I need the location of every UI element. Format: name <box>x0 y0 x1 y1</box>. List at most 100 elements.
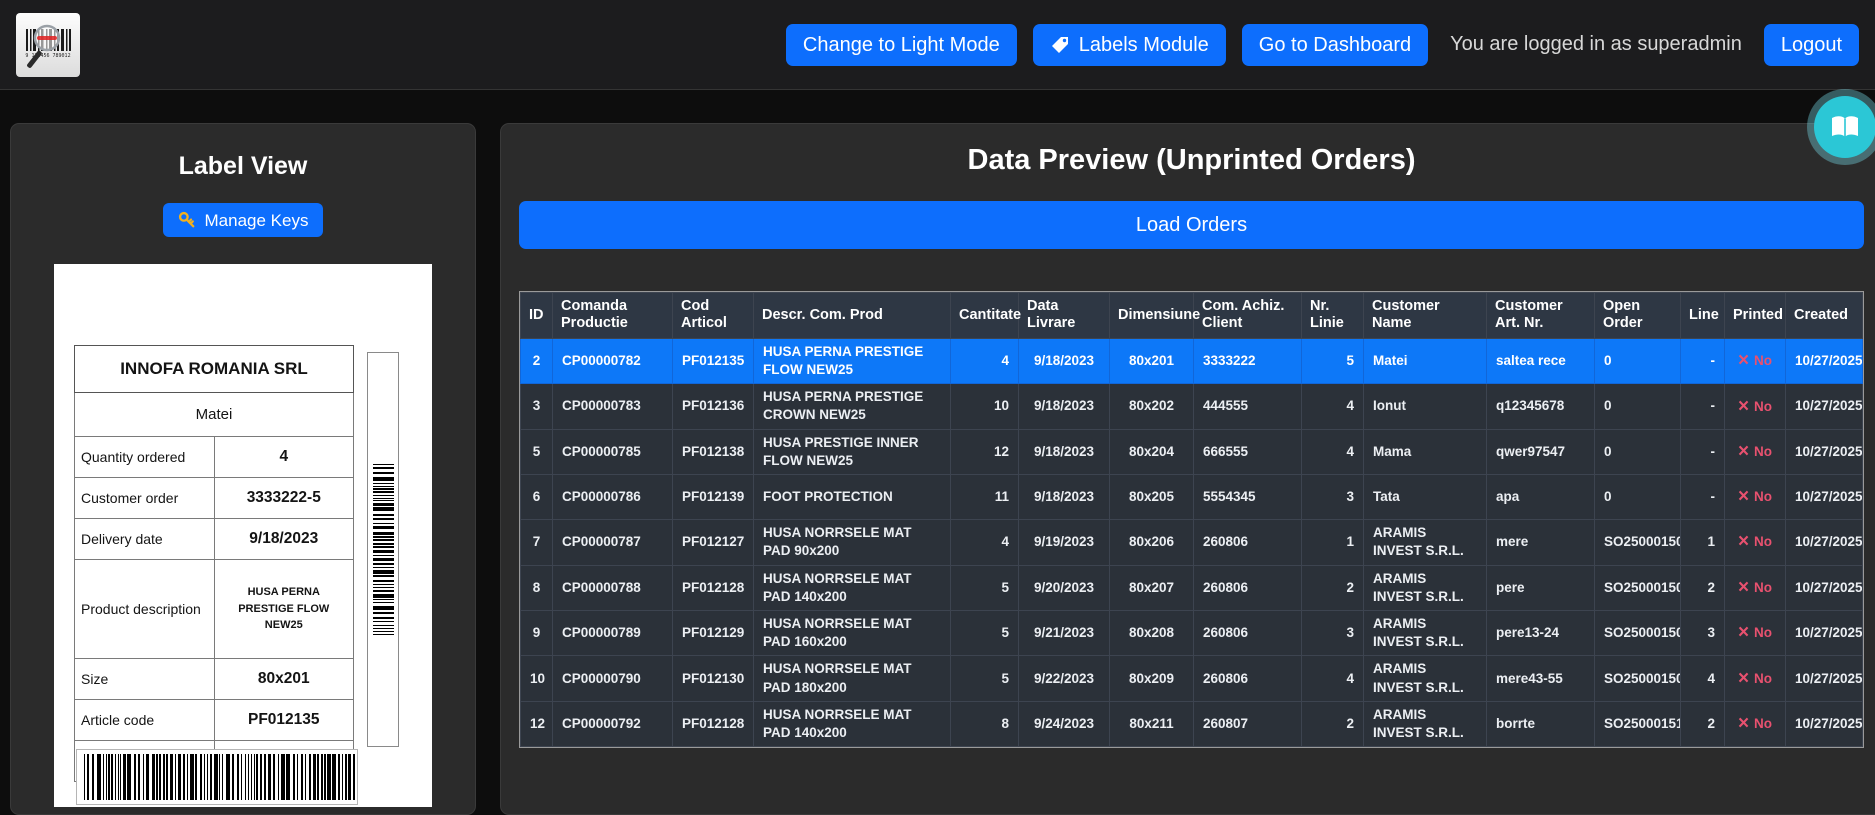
table-cell[interactable]: 666555 <box>1194 429 1302 474</box>
table-cell[interactable]: 444555 <box>1194 384 1302 429</box>
table-cell[interactable]: 3 <box>1302 475 1364 520</box>
table-cell[interactable]: PF012128 <box>673 565 754 610</box>
table-cell[interactable]: 4 <box>951 520 1019 565</box>
table-cell[interactable]: PF012135 <box>673 338 754 383</box>
table-cell[interactable]: HUSA PERNA PRESTIGE CROWN NEW25 <box>754 384 951 429</box>
table-cell[interactable]: 4 <box>1302 429 1364 474</box>
table-cell[interactable]: 80x205 <box>1110 475 1194 520</box>
table-cell[interactable]: CP00000787 <box>553 520 673 565</box>
table-row[interactable]: 6CP00000786PF012139FOOT PROTECTION119/18… <box>521 475 1863 520</box>
table-cell[interactable]: 11 <box>951 475 1019 520</box>
table-cell[interactable]: mere43-55 <box>1487 656 1595 701</box>
table-cell[interactable]: 12 <box>521 701 553 746</box>
table-cell[interactable]: HUSA PERNA PRESTIGE FLOW NEW25 <box>754 338 951 383</box>
table-cell[interactable]: 9/20/2023 <box>1019 565 1110 610</box>
table-cell[interactable]: 5 <box>951 656 1019 701</box>
table-cell[interactable]: 9/24/2023 <box>1019 701 1110 746</box>
table-cell[interactable]: borrte <box>1487 701 1595 746</box>
table-cell[interactable]: ×No <box>1725 701 1786 746</box>
table-cell[interactable]: - <box>1681 429 1725 474</box>
table-cell[interactable]: 0 <box>1595 475 1681 520</box>
table-cell[interactable]: Tata <box>1364 475 1487 520</box>
table-cell[interactable]: 0 <box>1595 384 1681 429</box>
table-cell[interactable]: Matei <box>1364 338 1487 383</box>
table-cell[interactable]: CP00000790 <box>553 656 673 701</box>
table-cell[interactable]: 7 <box>521 520 553 565</box>
table-cell[interactable]: 5 <box>521 429 553 474</box>
table-cell[interactable]: 80x209 <box>1110 656 1194 701</box>
table-cell[interactable]: PF012128 <box>673 701 754 746</box>
table-cell[interactable]: 10 <box>521 656 553 701</box>
table-row[interactable]: 2CP00000782PF012135HUSA PERNA PRESTIGE F… <box>521 338 1863 383</box>
table-cell[interactable]: CP00000789 <box>553 610 673 655</box>
table-cell[interactable]: 3 <box>521 384 553 429</box>
table-row[interactable]: 8CP00000788PF012128HUSA NORRSELE MAT PAD… <box>521 565 1863 610</box>
manage-keys-button[interactable]: Manage Keys <box>163 203 324 237</box>
table-cell[interactable]: 8 <box>521 565 553 610</box>
table-cell[interactable]: ×No <box>1725 520 1786 565</box>
table-cell[interactable]: 5 <box>951 610 1019 655</box>
labels-module-button[interactable]: Labels Module <box>1033 24 1226 66</box>
table-cell[interactable]: CP00000792 <box>553 701 673 746</box>
table-cell[interactable]: SO25000150 <box>1595 656 1681 701</box>
table-cell[interactable]: 9/18/2023 <box>1019 384 1110 429</box>
table-row[interactable]: 10CP00000790PF012130HUSA NORRSELE MAT PA… <box>521 656 1863 701</box>
table-cell[interactable]: 6 <box>521 475 553 520</box>
dashboard-button[interactable]: Go to Dashboard <box>1242 24 1428 66</box>
table-cell[interactable]: 5554345 <box>1194 475 1302 520</box>
light-mode-button[interactable]: Change to Light Mode <box>786 24 1017 66</box>
table-cell[interactable]: 3333222 <box>1194 338 1302 383</box>
table-cell[interactable]: PF012130 <box>673 656 754 701</box>
table-cell[interactable]: ×No <box>1725 384 1786 429</box>
table-cell[interactable]: 10/27/2025 <box>1786 338 1863 383</box>
table-cell[interactable]: 2 <box>521 338 553 383</box>
table-cell[interactable]: 4 <box>1681 656 1725 701</box>
table-cell[interactable]: HUSA NORRSELE MAT PAD 90x200 <box>754 520 951 565</box>
table-cell[interactable]: SO25000151 <box>1595 701 1681 746</box>
table-cell[interactable]: 80x204 <box>1110 429 1194 474</box>
docs-fab-button[interactable] <box>1814 96 1875 158</box>
table-cell[interactable]: 2 <box>1681 701 1725 746</box>
table-cell[interactable]: 80x202 <box>1110 384 1194 429</box>
table-cell[interactable]: PF012129 <box>673 610 754 655</box>
table-cell[interactable]: qwer97547 <box>1487 429 1595 474</box>
table-cell[interactable]: - <box>1681 475 1725 520</box>
table-cell[interactable]: HUSA NORRSELE MAT PAD 160x200 <box>754 610 951 655</box>
table-cell[interactable]: HUSA NORRSELE MAT PAD 140x200 <box>754 701 951 746</box>
table-cell[interactable]: 10/27/2025 <box>1786 610 1863 655</box>
table-cell[interactable]: ×No <box>1725 338 1786 383</box>
table-cell[interactable]: 5 <box>1302 338 1364 383</box>
app-logo[interactable]: 9 123456 789012 <box>16 13 80 77</box>
table-cell[interactable]: 0 <box>1595 429 1681 474</box>
table-cell[interactable]: 10/27/2025 <box>1786 429 1863 474</box>
table-cell[interactable]: 80x201 <box>1110 338 1194 383</box>
table-cell[interactable]: 9/21/2023 <box>1019 610 1110 655</box>
table-cell[interactable]: PF012138 <box>673 429 754 474</box>
table-cell[interactable]: 4 <box>951 338 1019 383</box>
table-row[interactable]: 3CP00000783PF012136HUSA PERNA PRESTIGE C… <box>521 384 1863 429</box>
table-cell[interactable]: ARAMIS INVEST S.R.L. <box>1364 565 1487 610</box>
table-cell[interactable]: ARAMIS INVEST S.R.L. <box>1364 656 1487 701</box>
table-cell[interactable]: 3 <box>1302 610 1364 655</box>
table-cell[interactable]: 10/27/2025 <box>1786 384 1863 429</box>
table-cell[interactable]: PF012127 <box>673 520 754 565</box>
table-cell[interactable]: ARAMIS INVEST S.R.L. <box>1364 520 1487 565</box>
table-cell[interactable]: 9/18/2023 <box>1019 475 1110 520</box>
table-cell[interactable]: CP00000786 <box>553 475 673 520</box>
table-cell[interactable]: apa <box>1487 475 1595 520</box>
table-cell[interactable]: saltea rece <box>1487 338 1595 383</box>
table-cell[interactable]: CP00000785 <box>553 429 673 474</box>
table-cell[interactable]: 260806 <box>1194 565 1302 610</box>
table-cell[interactable]: - <box>1681 384 1725 429</box>
table-cell[interactable]: 9/19/2023 <box>1019 520 1110 565</box>
table-cell[interactable]: 9/18/2023 <box>1019 338 1110 383</box>
table-cell[interactable]: mere <box>1487 520 1595 565</box>
table-cell[interactable]: 8 <box>951 701 1019 746</box>
table-cell[interactable]: pere <box>1487 565 1595 610</box>
table-cell[interactable]: 1 <box>1302 520 1364 565</box>
table-cell[interactable]: 80x207 <box>1110 565 1194 610</box>
table-cell[interactable]: 9/22/2023 <box>1019 656 1110 701</box>
table-cell[interactable]: 10/27/2025 <box>1786 701 1863 746</box>
table-cell[interactable]: 80x211 <box>1110 701 1194 746</box>
table-cell[interactable]: 260806 <box>1194 520 1302 565</box>
